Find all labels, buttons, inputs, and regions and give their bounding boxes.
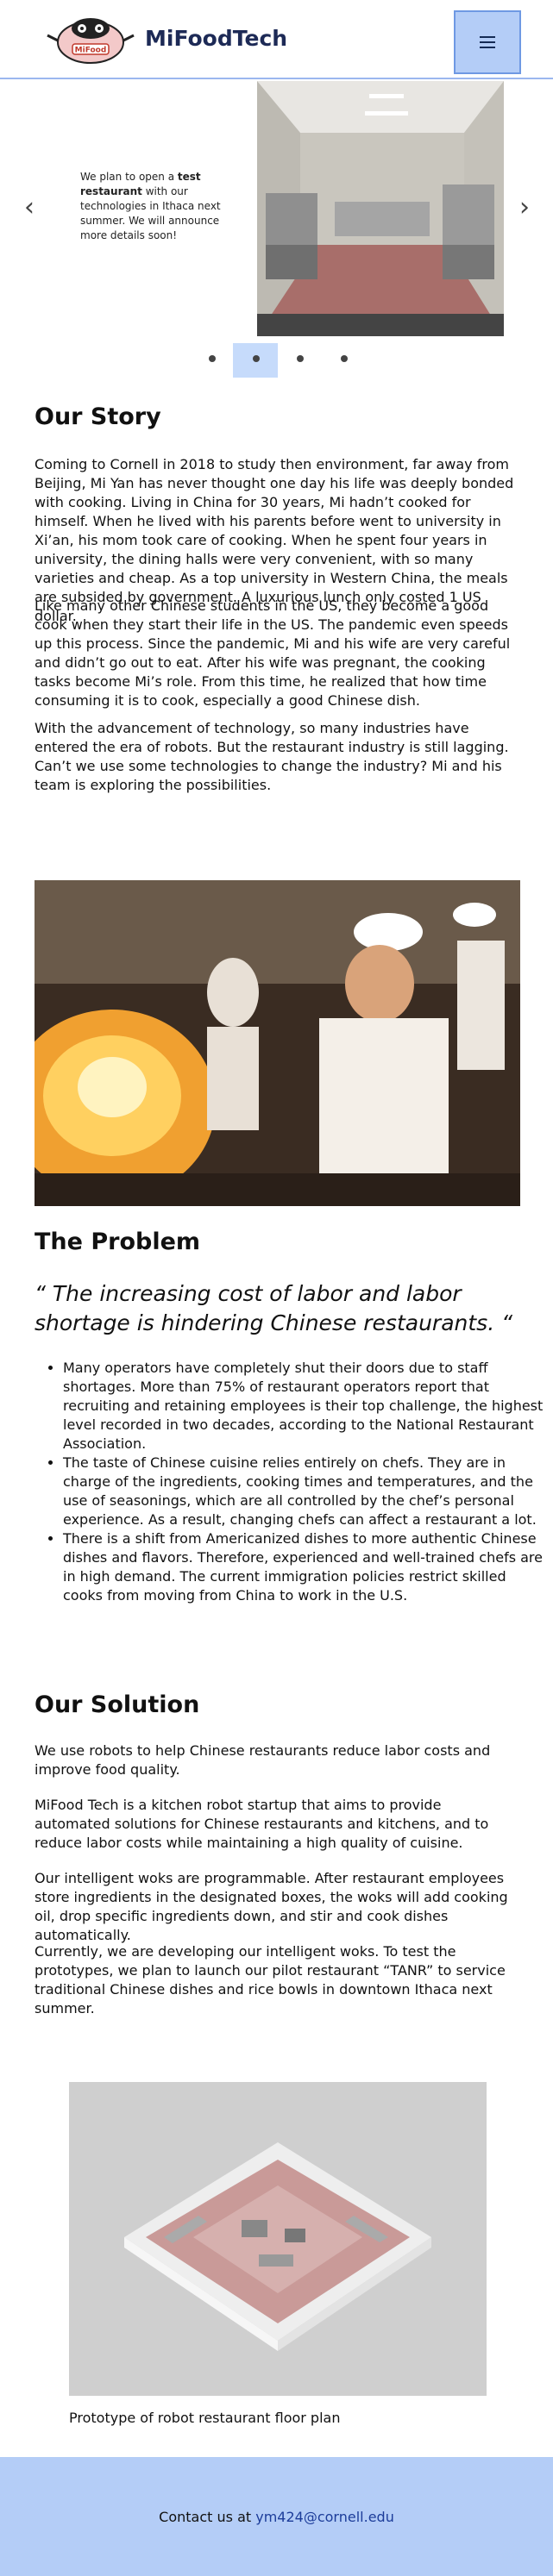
slide-text-part: We plan to open a: [80, 171, 178, 183]
carousel-dot-2[interactable]: [253, 355, 260, 362]
carousel-dot-1[interactable]: [209, 355, 216, 362]
kitchen-photo: [257, 81, 504, 336]
chefs-cooking-photo: [35, 880, 520, 1206]
story-paragraph-2: Like many other Chinese students in the …: [35, 597, 511, 709]
chevron-left-icon[interactable]: ‹: [24, 195, 35, 221]
list-item: The taste of Chinese cuisine relies enti…: [63, 1454, 548, 1529]
floor-plan-caption: Prototype of robot restaurant floor plan: [69, 2410, 341, 2426]
floor-plan-image: [69, 2082, 487, 2396]
logo-text: MiFood: [75, 47, 107, 55]
carousel-dots: [0, 343, 553, 378]
site-header: MiFood MiFoodTech: [0, 0, 553, 79]
carousel-dot-4[interactable]: [341, 355, 348, 362]
list-item: There is a shift from Americanized dishe…: [63, 1529, 548, 1605]
solution-heading: Our Solution: [35, 1691, 200, 1718]
mifood-logo[interactable]: MiFood: [45, 15, 136, 66]
problem-quote: “ The increasing cost of labor and labor…: [35, 1281, 513, 1335]
story-heading: Our Story: [35, 403, 161, 430]
story-paragraph-3: With the advancement of technology, so m…: [35, 720, 509, 793]
footer-text: Contact us at: [159, 2508, 252, 2525]
problem-heading: The Problem: [35, 1229, 201, 1255]
solution-paragraph-3: Our intelligent woks are programmable. A…: [35, 1870, 508, 1943]
solution-paragraph-1: We use robots to help Chinese restaurant…: [35, 1742, 491, 1778]
list-item: Many operators have completely shut thei…: [63, 1359, 548, 1454]
chevron-right-icon[interactable]: ›: [519, 195, 530, 221]
menu-button[interactable]: [454, 10, 521, 74]
problem-list: Many operators have completely shut thei…: [35, 1359, 548, 1605]
contact-email-link[interactable]: ym424@cornell.edu: [255, 2509, 394, 2525]
site-footer: Contact us at ym424@cornell.edu: [0, 2457, 553, 2576]
brand-name[interactable]: MiFoodTech: [145, 26, 287, 51]
hamburger-icon: [480, 33, 495, 52]
slide-caption: We plan to open a test restaurant with o…: [80, 170, 236, 243]
solution-paragraph-4: Currently, we are developing our intelli…: [35, 1943, 506, 2016]
solution-paragraph-2: MiFood Tech is a kitchen robot startup t…: [35, 1797, 489, 1851]
carousel-dot-3[interactable]: [297, 355, 304, 362]
